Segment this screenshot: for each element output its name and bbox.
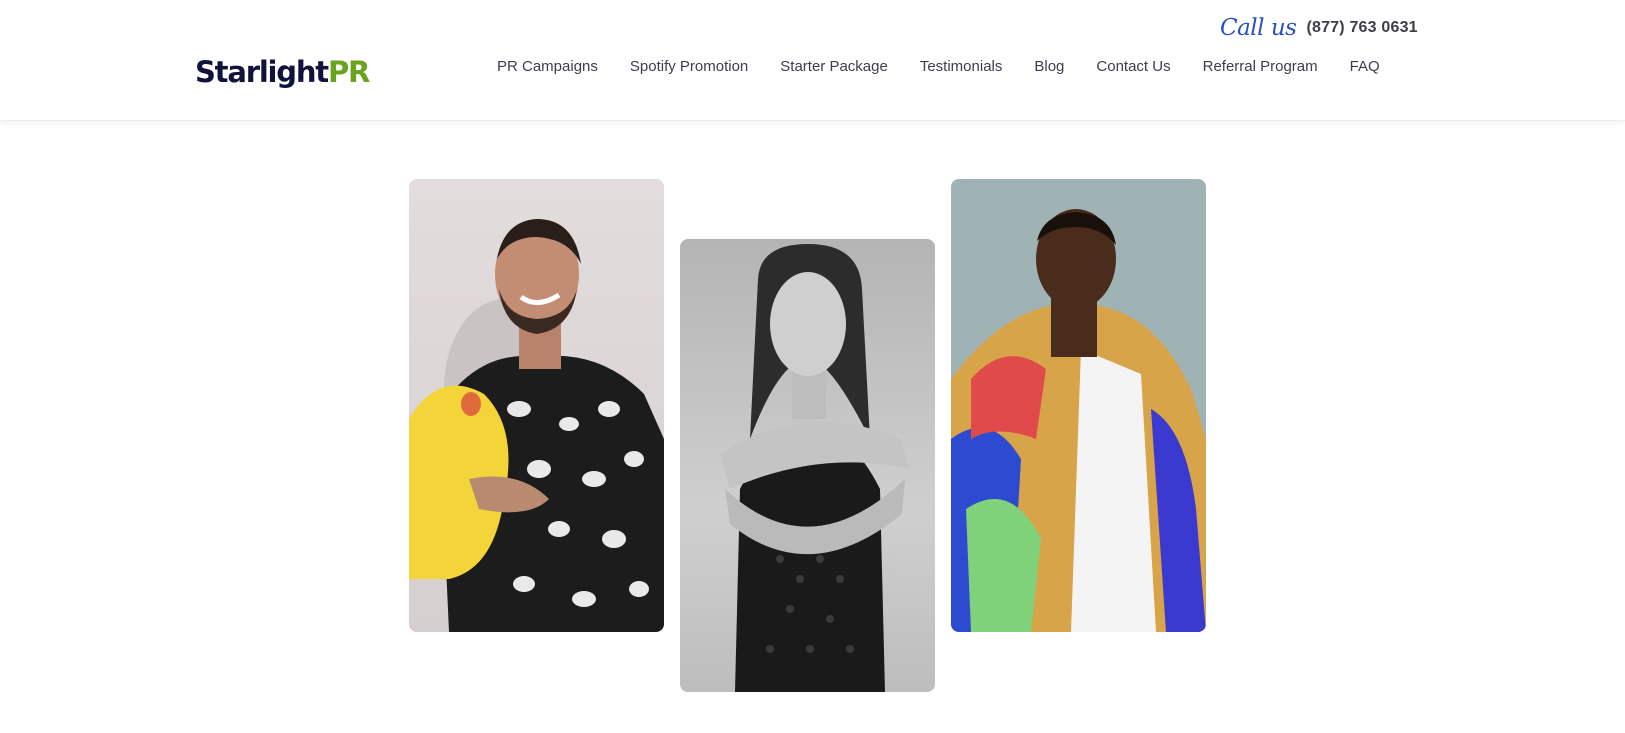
artist-photo-man-colorful-jacket xyxy=(951,209,1206,632)
nav-link-referral-program[interactable]: Referral Program xyxy=(1203,58,1318,75)
phone-number-link[interactable]: (877) 763 0631 xyxy=(1306,19,1417,37)
artist-photo-tattooed-man xyxy=(409,219,664,632)
artist-photo-card-2 xyxy=(680,239,935,692)
call-us-label: Call us xyxy=(1220,15,1297,41)
artist-photo-card-3 xyxy=(951,179,1206,632)
nav-link-testimonials[interactable]: Testimonials xyxy=(920,58,1003,75)
nav-link-contact-us[interactable]: Contact Us xyxy=(1096,58,1170,75)
logo-text-accent: PR xyxy=(327,55,370,89)
nav-link-pr-campaigns[interactable]: PR Campaigns xyxy=(497,58,598,75)
site-logo[interactable]: StarlightPR xyxy=(195,52,370,92)
site-header: StarlightPR Call us (877) 763 0631 PR Ca… xyxy=(0,0,1625,121)
call-us-bar: Call us (877) 763 0631 xyxy=(1220,12,1418,44)
nav-link-spotify-promotion[interactable]: Spotify Promotion xyxy=(630,58,748,75)
nav-link-starter-package[interactable]: Starter Package xyxy=(780,58,888,75)
artist-photo-card-1 xyxy=(409,179,664,632)
artist-photo-woman-bw xyxy=(720,244,910,692)
logo-text-main: Starlight xyxy=(195,55,329,89)
nav-link-faq[interactable]: FAQ xyxy=(1350,58,1380,75)
nav-link-blog[interactable]: Blog xyxy=(1034,58,1064,75)
main-navigation: PR Campaigns Spotify Promotion Starter P… xyxy=(497,58,1380,75)
